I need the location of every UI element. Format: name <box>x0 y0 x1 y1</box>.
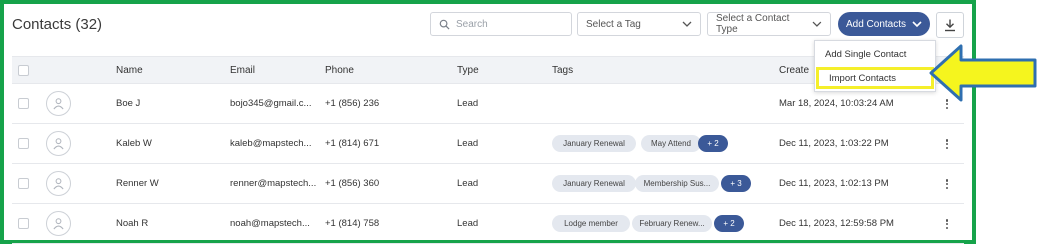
tag-select[interactable]: Select a Tag <box>577 12 701 36</box>
column-tags[interactable]: Tags <box>552 65 573 76</box>
column-created[interactable]: Create <box>779 65 809 76</box>
avatar <box>46 211 71 236</box>
import-contacts-item[interactable]: Import Contacts <box>816 67 934 89</box>
tag-chip: Lodge member <box>552 215 630 232</box>
contact-type-label: Select a Contact Type <box>716 13 790 35</box>
table-row[interactable]: Noah R noah@mapstech... +1 (814) 758 Lea… <box>12 204 964 244</box>
add-contacts-menu: Add Single Contact Import Contacts <box>814 40 936 92</box>
table-row[interactable]: Kaleb W kaleb@mapstech... +1 (814) 671 L… <box>12 124 964 164</box>
row-menu-icon[interactable] <box>944 217 950 231</box>
column-email[interactable]: Email <box>230 65 255 76</box>
search-placeholder: Search <box>456 18 488 30</box>
column-name[interactable]: Name <box>116 65 143 76</box>
user-icon <box>53 218 64 230</box>
search-input[interactable]: Search <box>430 12 572 36</box>
contact-type: Lead <box>457 218 479 229</box>
user-icon <box>53 138 64 150</box>
created-date: Dec 11, 2023, 1:02:13 PM <box>779 178 889 189</box>
more-tags-badge[interactable]: + 2 <box>714 215 744 232</box>
contact-phone: +1 (814) 758 <box>325 218 380 229</box>
add-single-contact-item[interactable]: Add Single Contact <box>815 43 935 65</box>
row-menu-icon[interactable] <box>944 177 950 191</box>
download-button[interactable] <box>936 12 964 38</box>
add-contacts-label: Add Contacts <box>845 18 907 30</box>
chevron-down-icon <box>682 21 692 27</box>
contact-phone: +1 (856) 360 <box>325 178 380 189</box>
search-icon <box>439 19 450 30</box>
download-icon <box>945 19 955 32</box>
add-contacts-button[interactable]: Add Contacts <box>838 12 930 36</box>
created-date: Dec 11, 2023, 12:59:58 PM <box>779 218 894 229</box>
user-icon <box>53 178 64 190</box>
column-phone[interactable]: Phone <box>325 65 354 76</box>
highlight-arrow-icon <box>929 44 1037 102</box>
table-row[interactable]: Renner W renner@mapstech... +1 (856) 360… <box>12 164 964 204</box>
tag-select-label: Select a Tag <box>586 18 641 30</box>
contact-name[interactable]: Noah R <box>116 218 148 229</box>
chevron-down-icon <box>812 21 822 27</box>
row-checkbox[interactable] <box>18 218 29 229</box>
contact-name[interactable]: Renner W <box>116 178 159 189</box>
row-checkbox[interactable] <box>18 178 29 189</box>
contact-email: noah@mapstech... <box>230 218 310 229</box>
tag-chip: January Renewal <box>552 135 636 152</box>
contact-type: Lead <box>457 178 479 189</box>
chevron-down-icon <box>912 21 922 28</box>
select-all-checkbox[interactable] <box>18 65 29 76</box>
created-date: Mar 18, 2024, 10:03:24 AM <box>779 98 894 109</box>
avatar <box>46 131 71 156</box>
contact-email: bojo345@gmail.c... <box>230 98 312 109</box>
more-tags-badge[interactable]: + 2 <box>698 135 728 152</box>
contact-name[interactable]: Boe J <box>116 98 140 109</box>
contact-email: renner@mapstech... <box>230 178 317 189</box>
user-icon <box>53 98 64 110</box>
contact-phone: +1 (856) 236 <box>325 98 380 109</box>
contact-name[interactable]: Kaleb W <box>116 138 152 149</box>
tag-chip: Membership Sus... <box>635 175 719 192</box>
contact-type: Lead <box>457 98 479 109</box>
contact-email: kaleb@mapstech... <box>230 138 312 149</box>
column-type[interactable]: Type <box>457 65 479 76</box>
row-checkbox[interactable] <box>18 98 29 109</box>
tag-chip: February Renew... <box>632 215 712 232</box>
page-title: Contacts (32) <box>12 16 103 33</box>
contacts-panel: Contacts (32) Search Select a Tag Select… <box>0 0 976 244</box>
contact-type: Lead <box>457 138 479 149</box>
contact-type-select[interactable]: Select a Contact Type <box>707 12 831 36</box>
more-tags-badge[interactable]: + 3 <box>721 175 751 192</box>
avatar <box>46 171 71 196</box>
tag-chip: January Renewal <box>552 175 636 192</box>
row-menu-icon[interactable] <box>944 137 950 151</box>
created-date: Dec 11, 2023, 1:03:22 PM <box>779 138 889 149</box>
row-checkbox[interactable] <box>18 138 29 149</box>
tag-chip: May Attend <box>641 135 701 152</box>
avatar <box>46 91 71 116</box>
contact-phone: +1 (814) 671 <box>325 138 380 149</box>
